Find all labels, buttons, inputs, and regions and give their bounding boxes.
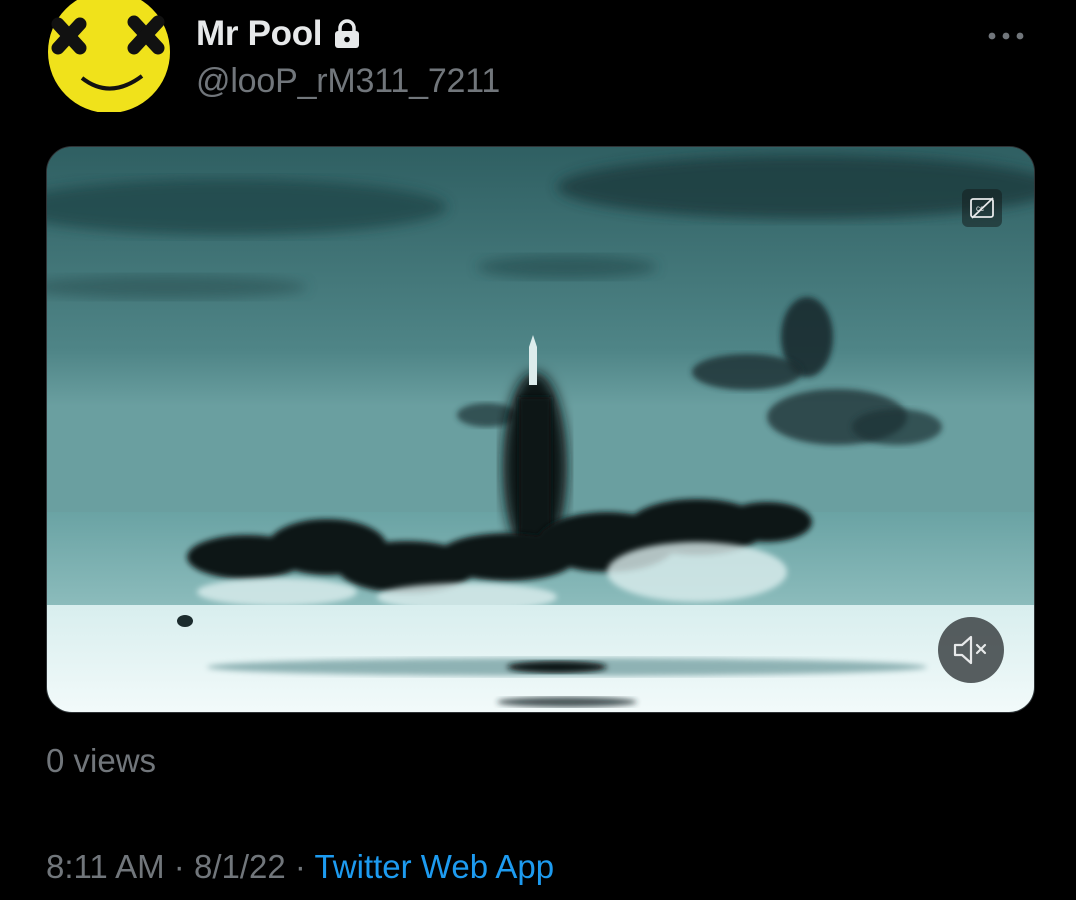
tweet-time[interactable]: 8:11 AM bbox=[46, 848, 165, 885]
unmute-button[interactable] bbox=[938, 617, 1004, 683]
lock-icon bbox=[332, 18, 362, 50]
more-dots-icon bbox=[988, 32, 1024, 40]
tweet-date[interactable]: 8/1/22 bbox=[194, 848, 286, 885]
author-handle[interactable]: @looP_rM311_7211 bbox=[196, 62, 500, 101]
meta-separator: · bbox=[285, 848, 315, 885]
closed-captions-off-icon: cc bbox=[970, 197, 994, 219]
tweet-metadata: 8:11 AM · 8/1/22 · Twitter Web App bbox=[46, 848, 554, 886]
view-count: 0 views bbox=[46, 742, 157, 779]
yellow-smiley-x-eyes-avatar-icon bbox=[48, 0, 170, 112]
author-display-name-row[interactable]: Mr Pool bbox=[196, 14, 362, 54]
tweet-source-link[interactable]: Twitter Web App bbox=[314, 848, 554, 885]
video-player[interactable]: cc bbox=[46, 146, 1035, 713]
author-display-name[interactable]: Mr Pool bbox=[196, 14, 323, 54]
avatar[interactable] bbox=[46, 0, 172, 112]
captions-button[interactable]: cc bbox=[962, 189, 1002, 227]
more-options-button[interactable] bbox=[982, 22, 1030, 50]
volume-muted-icon bbox=[953, 635, 987, 665]
video-frame-image bbox=[47, 147, 1034, 712]
meta-separator: · bbox=[164, 848, 194, 885]
